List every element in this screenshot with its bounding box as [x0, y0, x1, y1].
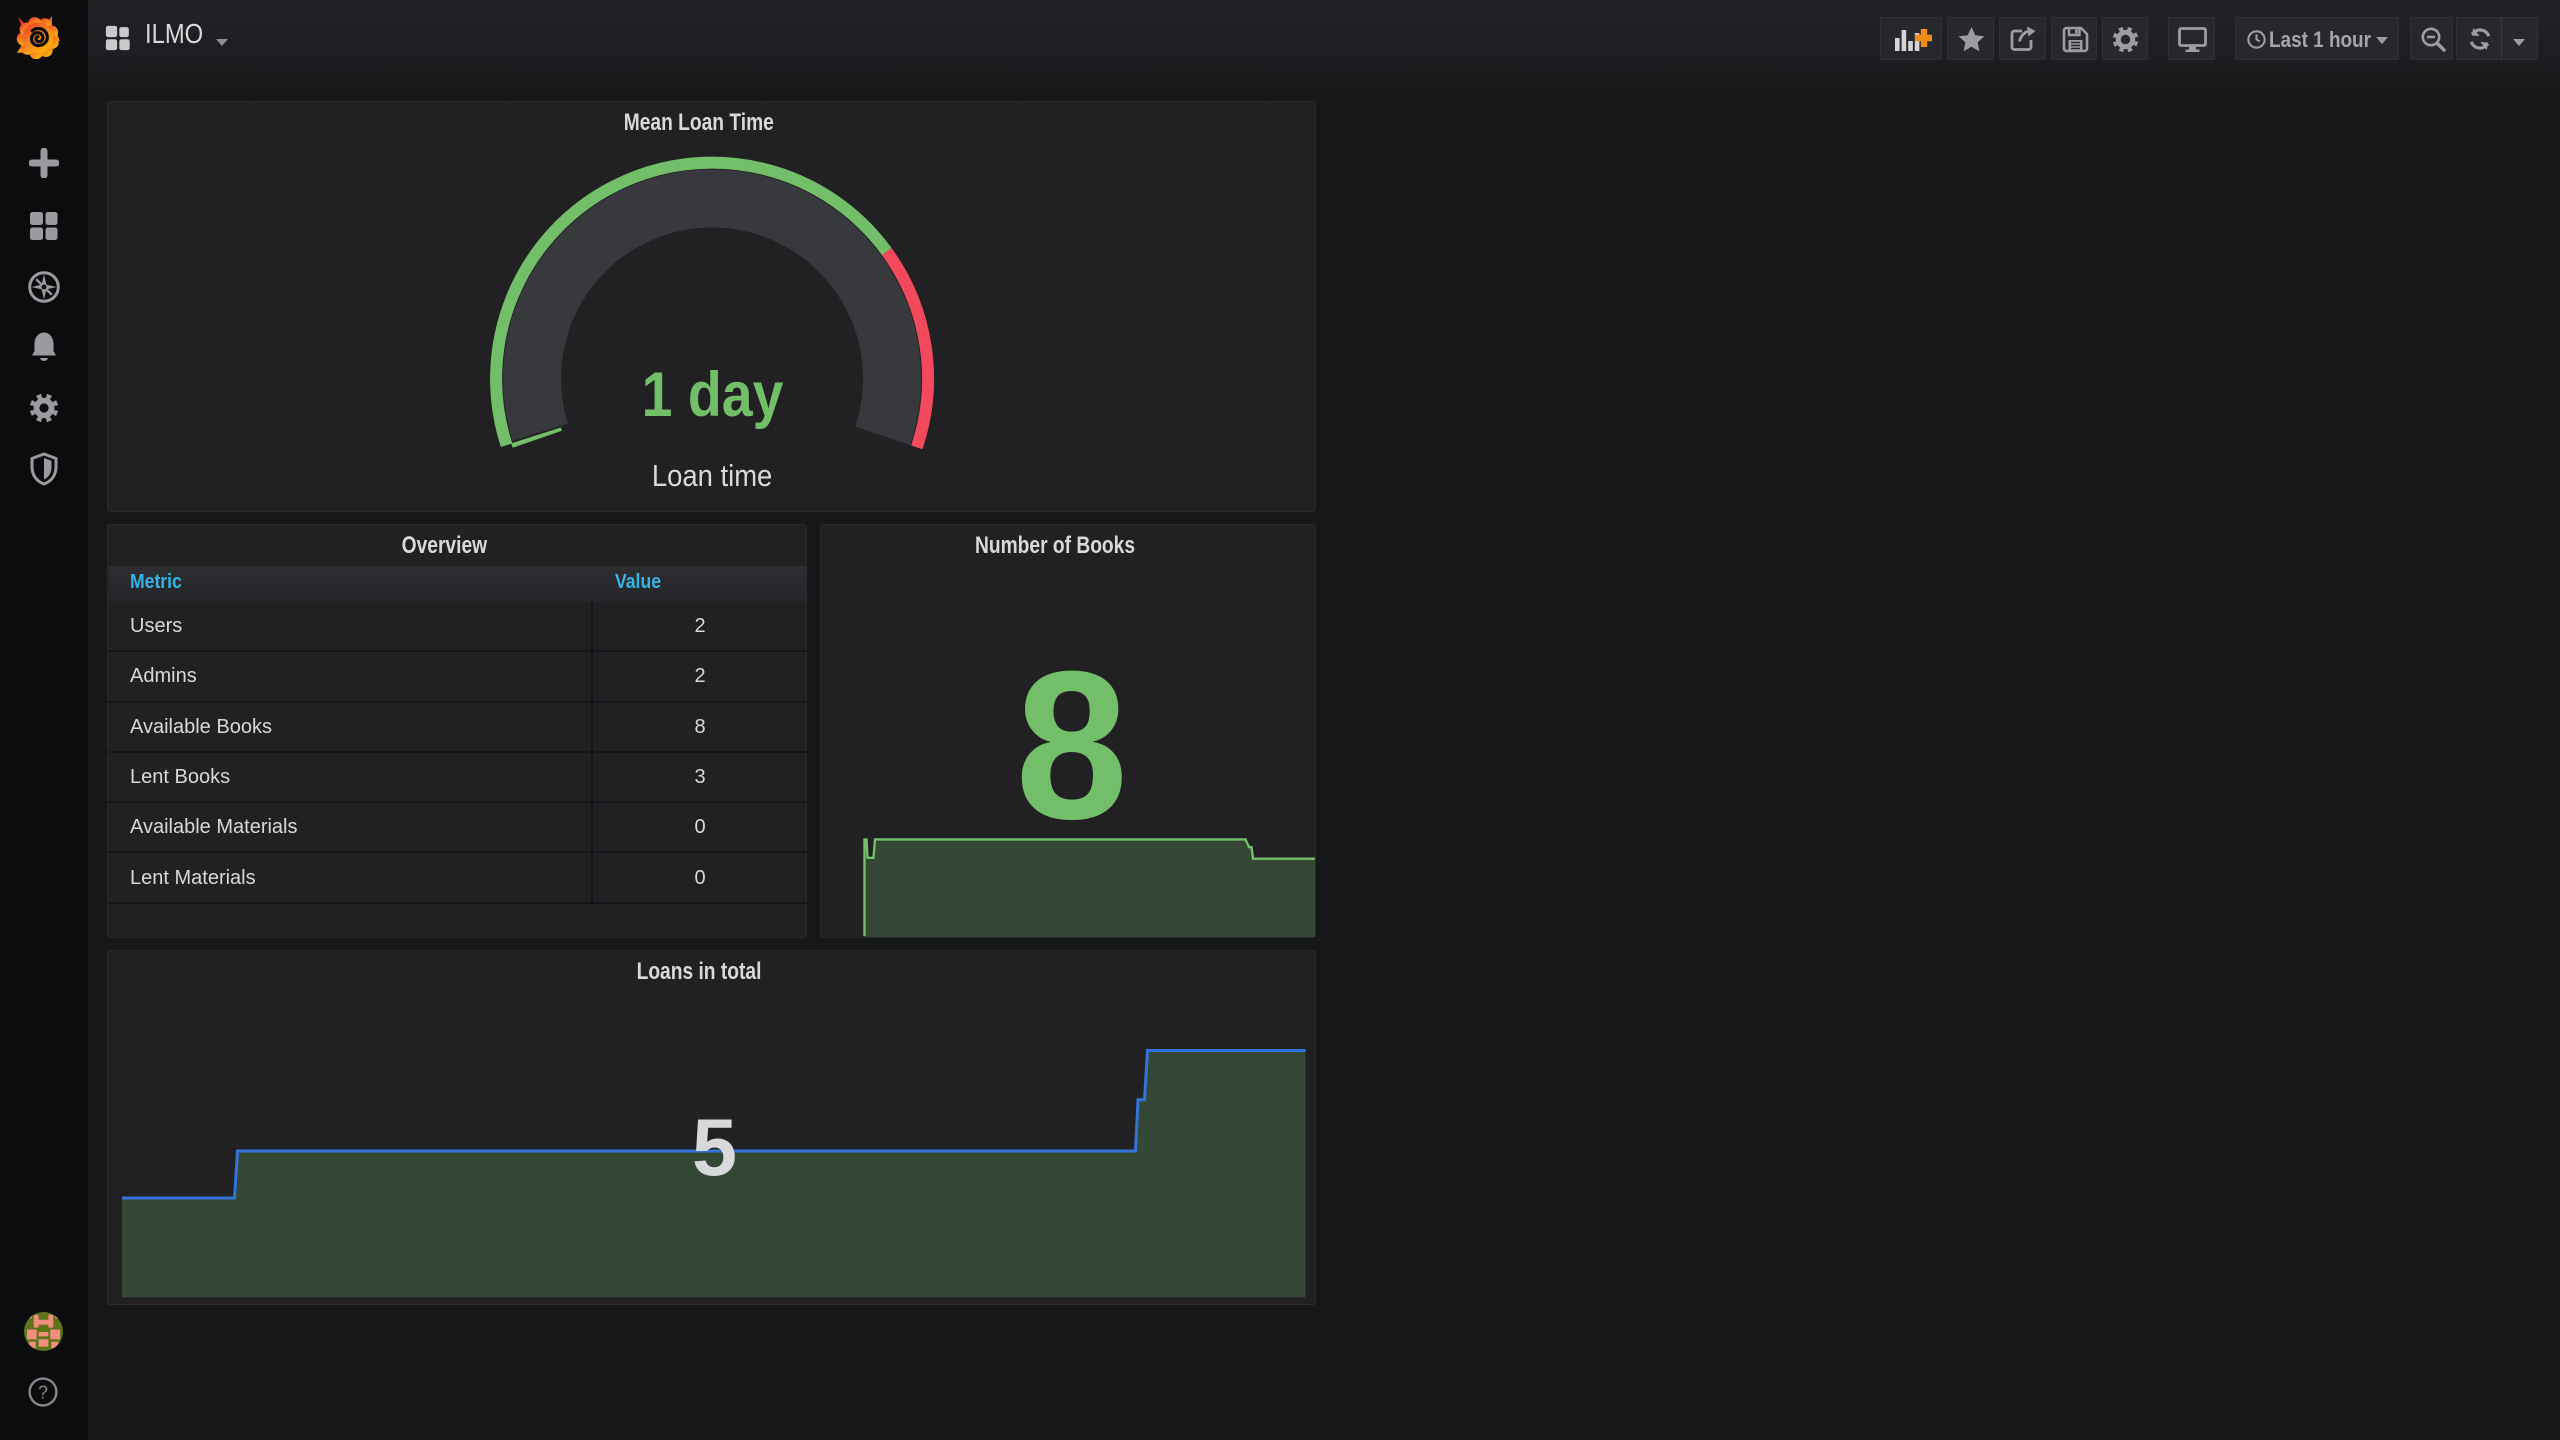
- svg-text:?: ?: [38, 1383, 48, 1403]
